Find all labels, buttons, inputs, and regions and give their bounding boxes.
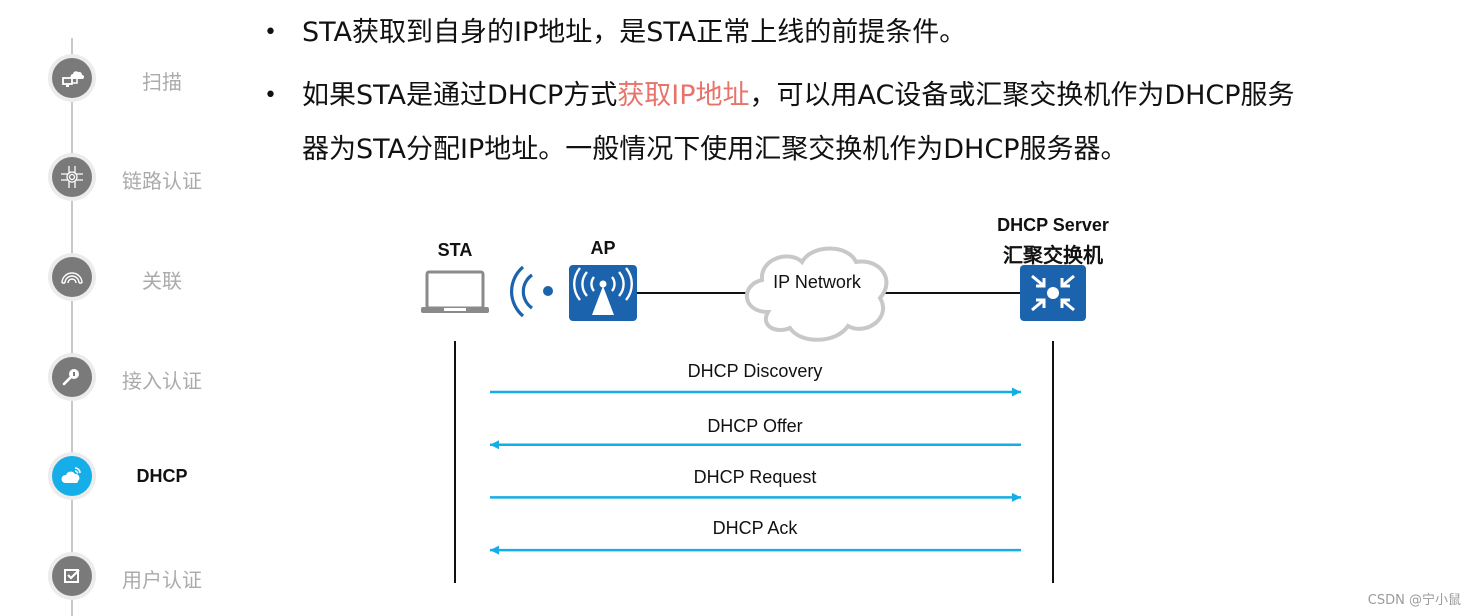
access-point-icon (569, 265, 637, 321)
aggregation-switch-icon (1020, 265, 1086, 321)
cloud-icon (744, 246, 889, 342)
message-arrow-to-sta (490, 545, 1021, 555)
message-arrow-to-sta (490, 440, 1021, 450)
network-label: IP Network (773, 272, 862, 292)
laptop-icon (421, 270, 489, 313)
arrow-head (490, 440, 499, 450)
message-arrow-to-server (490, 387, 1021, 397)
arrow-head (490, 545, 499, 555)
watermark: CSDN @宁小鼠 (1367, 593, 1461, 608)
wifi-signal-icon (509, 265, 553, 318)
arrow-head (1012, 492, 1021, 502)
message-label: DHCP Discovery (687, 361, 823, 381)
message-label: DHCP Ack (712, 518, 798, 538)
arrow-head (1012, 387, 1021, 397)
message-arrow-to-server (490, 492, 1021, 502)
message-label: DHCP Offer (707, 416, 803, 436)
message-label: DHCP Request (693, 467, 817, 487)
